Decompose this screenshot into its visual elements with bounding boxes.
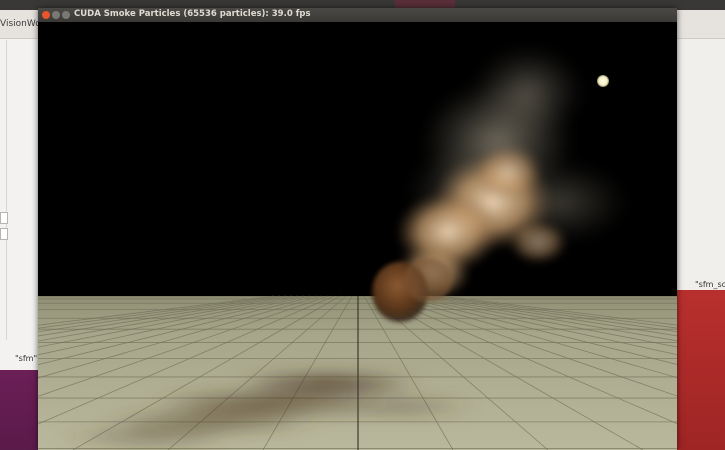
side-button[interactable]: [0, 228, 8, 240]
background-window-header: VisionWork: [0, 10, 50, 39]
render-viewport[interactable]: [38, 22, 677, 450]
cuda-smoke-window[interactable]: CUDA Smoke Particles (65536 particles): …: [38, 8, 677, 450]
side-button[interactable]: [0, 212, 8, 224]
window-title: CUDA Smoke Particles (65536 particles): …: [74, 9, 311, 19]
light-source: [597, 75, 609, 87]
maximize-icon[interactable]: [62, 11, 70, 19]
scene-background: [38, 22, 677, 296]
desktop-wallpaper: [0, 370, 40, 450]
window-titlebar[interactable]: CUDA Smoke Particles (65536 particles): …: [38, 8, 677, 22]
divider: [6, 40, 7, 340]
smoke-scene: [38, 22, 677, 450]
background-window-right[interactable]: "sfm_scr: [677, 10, 725, 290]
top-bar-indicator: [395, 0, 455, 8]
close-icon[interactable]: [42, 11, 50, 19]
minimize-icon[interactable]: [52, 11, 60, 19]
background-window-left[interactable]: VisionWork "sfm": [0, 10, 50, 370]
background-window-header: [677, 10, 725, 39]
file-label[interactable]: "sfm_scr: [695, 280, 725, 289]
file-label[interactable]: "sfm": [15, 354, 37, 363]
desktop-wallpaper: [677, 290, 725, 450]
